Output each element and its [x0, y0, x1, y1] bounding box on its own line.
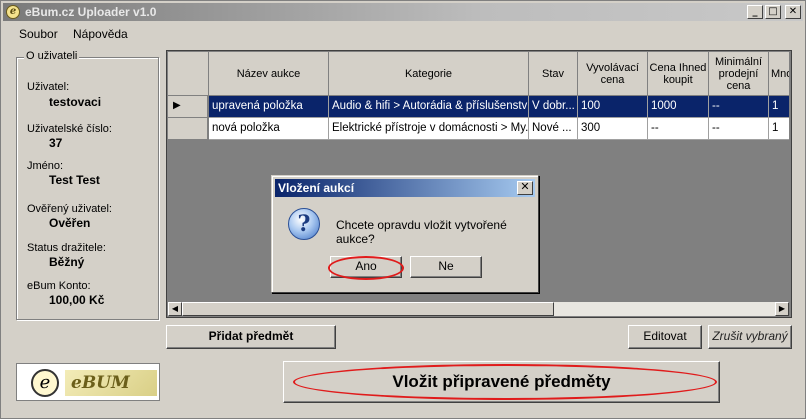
verified-value: Ověřen — [49, 216, 91, 230]
table-cell[interactable]: 300 — [578, 118, 648, 140]
add-item-button[interactable]: Přidat předmět — [166, 325, 336, 349]
column-header-buy-now[interactable]: Cena Ihned koupit — [648, 52, 709, 96]
row-header-corner — [168, 52, 209, 96]
close-button[interactable]: ✕ — [785, 5, 801, 19]
window-title: eBum.cz Uploader v1.0 — [25, 5, 157, 19]
account-value: 100,00 Kč — [49, 293, 105, 307]
bidder-status-value: Běžný — [49, 255, 85, 269]
scroll-left-icon[interactable]: ◀ — [168, 302, 182, 316]
row-header[interactable] — [168, 118, 208, 140]
dialog-title: Vložení aukcí — [278, 181, 355, 195]
table-cell[interactable]: -- — [709, 118, 769, 140]
dialog-title-bar[interactable]: Vložení aukcí ✕ — [275, 179, 535, 197]
column-header-condition[interactable]: Stav — [529, 52, 578, 96]
table-cell[interactable]: 1 — [769, 118, 789, 140]
user-label: Uživatel: — [27, 81, 70, 93]
logo-wordmark: eBUM — [65, 370, 157, 396]
question-icon: ? — [288, 208, 320, 240]
cancel-selected-button[interactable]: Zrušit vybraný — [708, 325, 792, 349]
user-panel-legend: O uživateli — [24, 50, 80, 62]
ebum-logo: e eBUM — [16, 363, 160, 401]
dialog-message: Chcete opravdu vložit vytvořené aukce? — [336, 218, 507, 246]
table-cell[interactable]: nová položka — [209, 118, 329, 140]
menu-napoveda[interactable]: Nápověda — [73, 27, 128, 41]
column-header-start-price[interactable]: Vyvolávací cena — [578, 52, 648, 96]
minimize-button[interactable]: _ — [747, 5, 763, 19]
app-logo-icon: e — [6, 5, 20, 19]
bidder-status-label: Status dražitele: — [27, 242, 106, 254]
scroll-right-icon[interactable]: ▶ — [775, 302, 789, 316]
column-header-name[interactable]: Název aukce — [209, 52, 329, 96]
maximize-button[interactable]: □ — [765, 5, 781, 19]
account-label: eBum Konto: — [27, 280, 91, 292]
table-cell[interactable]: Audio & hifi > Autorádia & příslušenství… — [329, 96, 529, 118]
menu-soubor[interactable]: Soubor — [19, 27, 58, 41]
table-cell[interactable]: Elektrické přístroje v domácnosti > My..… — [329, 118, 529, 140]
user-info-panel: O uživateli Uživatel: testovaci Uživatel… — [16, 50, 159, 320]
column-header-quantity[interactable]: Mno — [769, 52, 789, 96]
name-value: Test Test — [49, 173, 100, 187]
logo-e-icon: e — [31, 369, 59, 397]
main-window: e eBum.cz Uploader v1.0 _ □ ✕ Soubor Náp… — [0, 0, 806, 419]
user-number-value: 37 — [49, 136, 63, 150]
user-value: testovaci — [49, 95, 102, 109]
edit-button[interactable]: Editovat — [628, 325, 702, 349]
table-cell[interactable]: 1000 — [648, 96, 709, 118]
name-label: Jméno: — [27, 160, 64, 172]
no-button[interactable]: Ne — [410, 256, 482, 278]
horizontal-scrollbar[interactable]: ◀ ▶ — [168, 302, 789, 316]
scrollbar-thumb[interactable] — [182, 302, 554, 316]
upload-items-button[interactable]: Vložit připravené předměty — [283, 361, 720, 403]
selected-row-arrow-icon: ▶ — [168, 96, 208, 118]
menu-bar: Soubor Nápověda — [3, 23, 803, 43]
verified-label: Ověřený uživatel: — [27, 203, 112, 215]
user-number-label: Uživatelské číslo: — [27, 123, 112, 135]
table-cell[interactable]: 100 — [578, 96, 648, 118]
table-cell[interactable]: -- — [709, 96, 769, 118]
title-bar[interactable]: e eBum.cz Uploader v1.0 _ □ ✕ — [3, 3, 803, 21]
table-cell[interactable]: -- — [648, 118, 709, 140]
table-cell[interactable]: V dobr... — [529, 96, 578, 118]
confirm-dialog: Vložení aukcí ✕ ? Chcete opravdu vložit … — [271, 175, 539, 293]
dialog-close-button[interactable]: ✕ — [517, 181, 533, 195]
column-header-min-price[interactable]: Minimální prodejní cena — [709, 52, 769, 96]
table-cell[interactable]: 1 — [769, 96, 789, 118]
table-cell[interactable]: upravená položka — [209, 96, 329, 118]
yes-button[interactable]: Ano — [330, 256, 402, 278]
column-header-category[interactable]: Kategorie — [329, 52, 529, 96]
table-cell[interactable]: Nové ... — [529, 118, 578, 140]
